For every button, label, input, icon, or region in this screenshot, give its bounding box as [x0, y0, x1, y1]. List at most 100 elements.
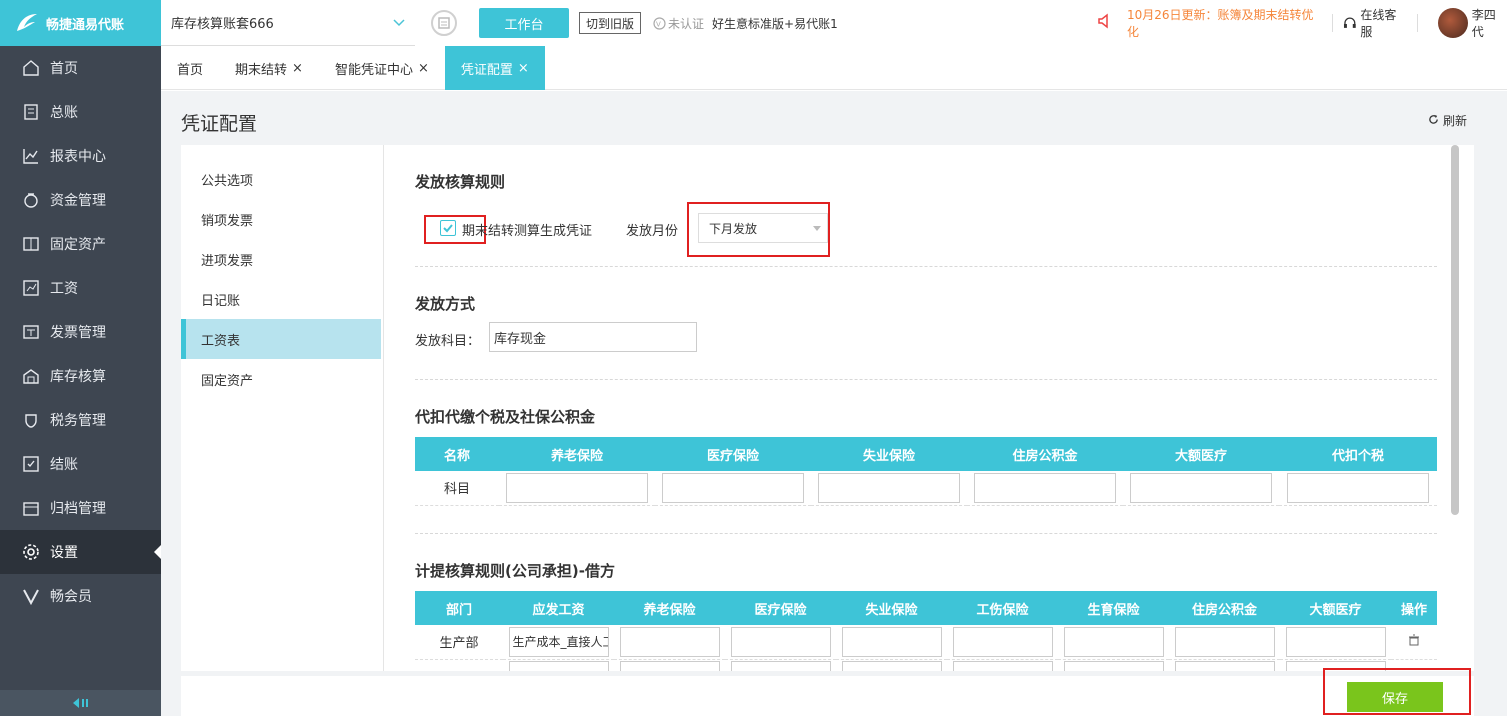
- home-icon: [22, 59, 40, 77]
- config-menu-item-5[interactable]: 固定资产: [181, 359, 381, 399]
- column-header: 养老保险: [614, 591, 725, 625]
- asset-icon: [22, 235, 40, 253]
- sidebar-item-label: 报表中心: [50, 149, 106, 165]
- withholding-table: 名称 养老保险 医疗保险 失业保险 住房公积金 大额医疗 代扣个税 科目: [415, 437, 1437, 506]
- config-menu-item-1[interactable]: 销项发票: [181, 199, 381, 239]
- vertical-scrollbar[interactable]: [1451, 145, 1459, 515]
- close-icon[interactable]: ×: [518, 61, 529, 76]
- column-header: 住房公积金: [967, 437, 1123, 471]
- table-cell: [811, 471, 967, 506]
- column-header: 失业保险: [836, 591, 947, 625]
- subject-input[interactable]: [1063, 626, 1164, 657]
- subject-input[interactable]: [1130, 472, 1272, 503]
- tab-0[interactable]: 首页: [161, 46, 219, 90]
- table-cell: [503, 659, 614, 671]
- close-icon[interactable]: ×: [418, 61, 429, 76]
- sidebar-item-8[interactable]: 税务管理: [0, 398, 161, 442]
- switch-old-version-button[interactable]: 切到旧版: [579, 12, 642, 34]
- subject-input[interactable]: [841, 626, 942, 657]
- subject-input[interactable]: [952, 661, 1053, 671]
- config-menu-item-0[interactable]: 公共选项: [181, 159, 381, 199]
- sidebar-item-9[interactable]: 结账: [0, 442, 161, 486]
- sidebar-item-0[interactable]: 首页: [0, 46, 161, 90]
- logo-text: 畅捷通易代账: [46, 17, 125, 33]
- table-cell: [1280, 625, 1391, 660]
- sidebar-item-label: 税务管理: [50, 413, 106, 429]
- sidebar-item-10[interactable]: 归档管理: [0, 486, 161, 530]
- config-menu-item-4[interactable]: 工资表: [181, 319, 381, 359]
- subject-input[interactable]: [619, 661, 720, 671]
- config-menu: 公共选项 销项发票 进项发票 日记账 工资表 固定资产: [181, 145, 381, 671]
- subject-input[interactable]: [508, 661, 609, 671]
- subject-input[interactable]: [1285, 626, 1386, 657]
- subject-input[interactable]: [1174, 661, 1275, 671]
- collapse-sidebar-button[interactable]: [0, 690, 161, 716]
- sidebar-item-12[interactable]: 畅会员: [0, 574, 161, 618]
- subject-input[interactable]: [730, 661, 831, 671]
- online-service-label: 在线客服: [1360, 8, 1397, 39]
- avatar[interactable]: [1438, 8, 1468, 38]
- sidebar-item-7[interactable]: 库存核算: [0, 354, 161, 398]
- table-cell: [1058, 659, 1169, 671]
- generate-voucher-checkbox[interactable]: [440, 220, 456, 236]
- subject-input[interactable]: [1174, 626, 1275, 657]
- check-icon: [443, 224, 453, 233]
- config-menu-item-3[interactable]: 日记账: [181, 279, 381, 319]
- table-cell: [947, 659, 1058, 671]
- account-selector[interactable]: 库存核算账套666: [161, 0, 415, 46]
- sidebar-item-label: 库存核算: [50, 369, 106, 385]
- config-menu-item-2[interactable]: 进项发票: [181, 239, 381, 279]
- table-cell: [836, 659, 947, 671]
- subject-input[interactable]: [841, 661, 942, 671]
- sidebar-item-2[interactable]: 报表中心: [0, 134, 161, 178]
- table-cell: [725, 659, 836, 671]
- payout-month-select[interactable]: 下月发放: [698, 213, 828, 243]
- delete-icon[interactable]: [1408, 634, 1420, 650]
- subject-input[interactable]: [662, 472, 804, 503]
- subject-input[interactable]: [506, 472, 648, 503]
- tab-2[interactable]: 智能凭证中心 ×: [319, 46, 445, 90]
- subject-input[interactable]: [818, 472, 960, 503]
- divider: [1331, 14, 1333, 32]
- subject-input[interactable]: [952, 626, 1053, 657]
- payout-subject-input[interactable]: 库存现金: [489, 322, 697, 352]
- sidebar-item-label: 工资: [50, 281, 78, 297]
- subject-input[interactable]: [730, 626, 831, 657]
- generate-voucher-label: 期末结转测算生成凭证: [462, 224, 593, 239]
- payout-month-label: 发放月份: [626, 224, 679, 239]
- dropdown-arrow-icon: [813, 226, 821, 231]
- ledger-icon: [22, 103, 40, 121]
- tab-3[interactable]: 凭证配置 ×: [444, 46, 545, 90]
- table-cell: [1169, 659, 1280, 671]
- speaker-icon: [1097, 13, 1113, 33]
- sidebar-item-6[interactable]: 发票管理: [0, 310, 161, 354]
- notice-area[interactable]: 10月26日更新：账簿及期末结转优化 在线客服 李四代: [1097, 0, 1507, 46]
- sidebar-item-3[interactable]: 资金管理: [0, 178, 161, 222]
- subject-input[interactable]: [974, 472, 1116, 503]
- subject-input[interactable]: [1287, 472, 1429, 503]
- vip-icon: [22, 587, 40, 605]
- online-service-link[interactable]: 在线客服: [1343, 6, 1408, 40]
- unverified-badge[interactable]: V 未认证: [653, 15, 704, 32]
- user-name[interactable]: 李四代: [1472, 6, 1507, 40]
- tab-label: 智能凭证中心: [334, 62, 413, 78]
- calendar-icon[interactable]: [431, 10, 457, 36]
- sidebar-item-4[interactable]: 固定资产: [0, 222, 161, 266]
- workbench-button[interactable]: 工作台: [479, 8, 569, 38]
- subject-input[interactable]: 生产成本_直接人工: [508, 626, 609, 657]
- tab-label: 期末结转: [235, 62, 288, 78]
- column-header: 大额医疗: [1280, 591, 1391, 625]
- column-header: 住房公积金: [1169, 591, 1280, 625]
- sidebar-item-label: 结账: [50, 457, 78, 473]
- sidebar-item-5[interactable]: 工资: [0, 266, 161, 310]
- close-icon[interactable]: ×: [292, 61, 303, 76]
- logo[interactable]: 畅捷通易代账: [0, 0, 161, 46]
- refresh-button[interactable]: 刷新: [1428, 112, 1467, 129]
- subject-input[interactable]: [1063, 661, 1164, 671]
- column-header: 养老保险: [499, 437, 655, 471]
- sidebar-item-label: 资金管理: [50, 193, 106, 209]
- sidebar-item-1[interactable]: 总账: [0, 90, 161, 134]
- sidebar-item-11[interactable]: 设置: [0, 530, 161, 574]
- subject-input[interactable]: [619, 626, 720, 657]
- tab-1[interactable]: 期末结转 ×: [219, 46, 319, 90]
